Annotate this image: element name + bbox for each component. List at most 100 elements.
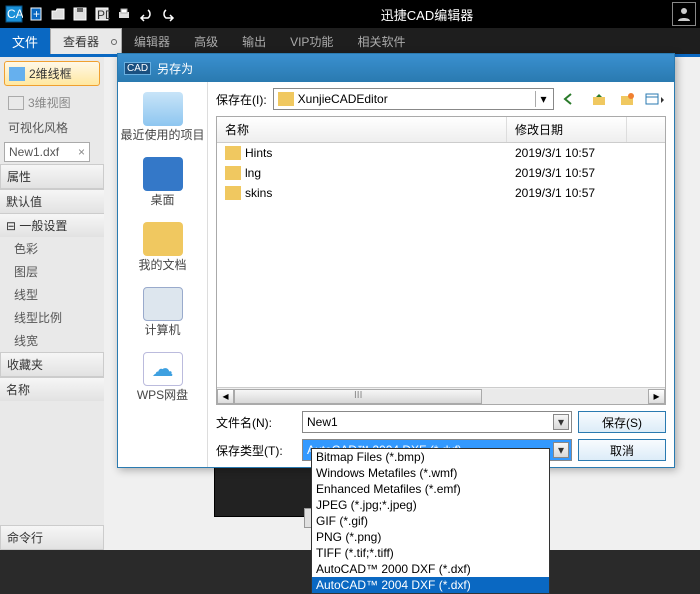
filetype-option[interactable]: PNG (*.png)	[312, 529, 549, 545]
cancel-button[interactable]: 取消	[578, 439, 666, 461]
filetype-dropdown[interactable]: Bitmap Files (*.bmp) Windows Metafiles (…	[311, 448, 550, 594]
btn-3d-view-label: 3维视图	[28, 94, 71, 111]
panel-general[interactable]: ⊟ 一般设置	[0, 213, 104, 237]
horizontal-scrollbar[interactable]: ◂ III ▸	[217, 387, 665, 404]
scroll-left-icon[interactable]: ◂	[217, 389, 234, 404]
view-menu-icon[interactable]	[644, 89, 666, 109]
cube3d-icon	[8, 96, 24, 110]
row-linetype[interactable]: 线型	[0, 283, 104, 306]
svg-text:+: +	[33, 7, 40, 21]
panel-default[interactable]: 默认值	[0, 189, 104, 213]
row-color[interactable]: 色彩	[0, 237, 104, 260]
chevron-down-icon[interactable]: ▾	[553, 442, 569, 458]
menu-advanced[interactable]: 高级	[182, 28, 230, 54]
visual-style-label: 可视化风格	[0, 115, 104, 140]
recent-icon	[143, 92, 183, 126]
btn-2d-wireframe-label: 2维线框	[29, 65, 72, 82]
filetype-option[interactable]: GIF (*.gif)	[312, 513, 549, 529]
open-icon[interactable]	[48, 4, 68, 24]
save-in-value: XunjieCADEditor	[298, 92, 388, 106]
row-lineweight[interactable]: 线宽	[0, 329, 104, 352]
save-in-label: 保存在(I):	[216, 91, 267, 108]
desktop-icon	[143, 157, 183, 191]
folder-icon	[225, 166, 241, 180]
list-item[interactable]: Hints 2019/3/1 10:57	[217, 143, 665, 163]
list-item[interactable]: lng 2019/3/1 10:57	[217, 163, 665, 183]
file-list-rows[interactable]: Hints 2019/3/1 10:57 lng 2019/3/1 10:57 sk…	[217, 143, 665, 387]
menu-vip[interactable]: VIP功能	[278, 28, 345, 54]
titlebar: CAD + PDF 迅捷CAD编辑器	[0, 0, 700, 28]
panel-command[interactable]: 命令行	[0, 525, 104, 550]
save-as-dialog: CAD 另存为 最近使用的项目 桌面 我的文档 计算机 ☁WPS网盘 保存在(I…	[117, 53, 675, 468]
row-linescale[interactable]: 线型比例	[0, 306, 104, 329]
place-recent[interactable]: 最近使用的项目	[118, 88, 207, 151]
print-icon[interactable]	[114, 4, 134, 24]
save-pdf-icon[interactable]: PDF	[92, 4, 112, 24]
user-icon[interactable]	[672, 2, 696, 26]
scroll-right-icon[interactable]: ▸	[648, 389, 665, 404]
btn-2d-wireframe[interactable]: 2维线框	[4, 61, 100, 86]
tab-file[interactable]: 文件	[0, 28, 50, 54]
file-name: lng	[245, 166, 261, 180]
svg-text:CAD: CAD	[7, 7, 23, 21]
menu-editor[interactable]: 编辑器	[122, 28, 182, 54]
redo-icon[interactable]	[158, 4, 178, 24]
document-tab[interactable]: New1.dxf×	[4, 142, 90, 162]
filetype-option[interactable]: Enhanced Metafiles (*.emf)	[312, 481, 549, 497]
filename-input[interactable]: New1▾	[302, 411, 572, 433]
menu-output[interactable]: 输出	[230, 28, 278, 54]
cloud-icon: ☁	[143, 352, 183, 386]
filetype-option[interactable]: JPEG (*.jpg;*.jpeg)	[312, 497, 549, 513]
places-bar: 最近使用的项目 桌面 我的文档 计算机 ☁WPS网盘	[118, 82, 208, 467]
tab-viewer-label: 查看器	[63, 33, 99, 50]
new-icon[interactable]: +	[26, 4, 46, 24]
folder-icon	[225, 186, 241, 200]
filetype-option-selected[interactable]: AutoCAD™ 2004 DXF (*.dxf)	[312, 577, 549, 593]
place-desktop[interactable]: 桌面	[118, 153, 207, 216]
folder-icon	[225, 146, 241, 160]
place-wps[interactable]: ☁WPS网盘	[118, 348, 207, 411]
computer-icon	[143, 287, 183, 321]
save-icon[interactable]	[70, 4, 90, 24]
cad-badge-icon: CAD	[124, 62, 151, 75]
place-documents[interactable]: 我的文档	[118, 218, 207, 281]
dialog-titlebar[interactable]: CAD 另存为	[118, 54, 674, 82]
filetype-option[interactable]: AutoCAD™ 2000 DXF (*.dxf)	[312, 561, 549, 577]
undo-icon[interactable]	[136, 4, 156, 24]
documents-icon	[143, 222, 183, 256]
list-item[interactable]: skins2019/3/1 10:57	[217, 183, 665, 203]
file-date: 2019/3/1 10:57	[515, 146, 635, 160]
main-tab-bar: 文件 查看器 编辑器 高级 输出 VIP功能 相关软件	[0, 28, 700, 54]
dialog-title: 另存为	[157, 60, 193, 77]
panel-favorites[interactable]: 收藏夹	[0, 352, 104, 377]
place-documents-label: 我的文档	[138, 256, 186, 273]
chevron-down-icon[interactable]: ▾	[535, 91, 551, 107]
filetype-option[interactable]: TIFF (*.tif;*.tiff)	[312, 545, 549, 561]
file-name: Hints	[245, 146, 272, 160]
place-computer[interactable]: 计算机	[118, 283, 207, 346]
panel-attributes[interactable]: 属性	[0, 164, 104, 189]
filetype-label: 保存类型(T):	[216, 442, 296, 459]
scroll-track[interactable]: III	[234, 389, 648, 404]
scroll-thumb[interactable]: III	[234, 389, 482, 404]
close-icon[interactable]: ×	[78, 145, 85, 159]
up-icon[interactable]	[588, 89, 610, 109]
app-title: 迅捷CAD编辑器	[182, 5, 672, 24]
file-date: 2019/3/1 10:57	[515, 166, 635, 180]
col-header-name[interactable]: 名称	[217, 117, 507, 142]
save-button[interactable]: 保存(S)	[578, 411, 666, 433]
back-icon[interactable]	[560, 89, 582, 109]
menu-related[interactable]: 相关软件	[345, 28, 417, 54]
file-name: skins	[245, 186, 272, 200]
place-computer-label: 计算机	[144, 321, 180, 338]
cube-icon	[9, 67, 25, 81]
row-layer[interactable]: 图层	[0, 260, 104, 283]
save-in-combo[interactable]: XunjieCADEditor ▾	[273, 88, 554, 110]
chevron-down-icon[interactable]: ▾	[553, 414, 569, 430]
filetype-option[interactable]: Windows Metafiles (*.wmf)	[312, 465, 549, 481]
btn-3d-view[interactable]: 3维视图	[0, 90, 104, 115]
filetype-option[interactable]: Bitmap Files (*.bmp)	[312, 449, 549, 465]
new-folder-icon[interactable]	[616, 89, 638, 109]
col-header-date[interactable]: 修改日期	[507, 117, 627, 142]
tab-viewer[interactable]: 查看器	[50, 28, 122, 54]
